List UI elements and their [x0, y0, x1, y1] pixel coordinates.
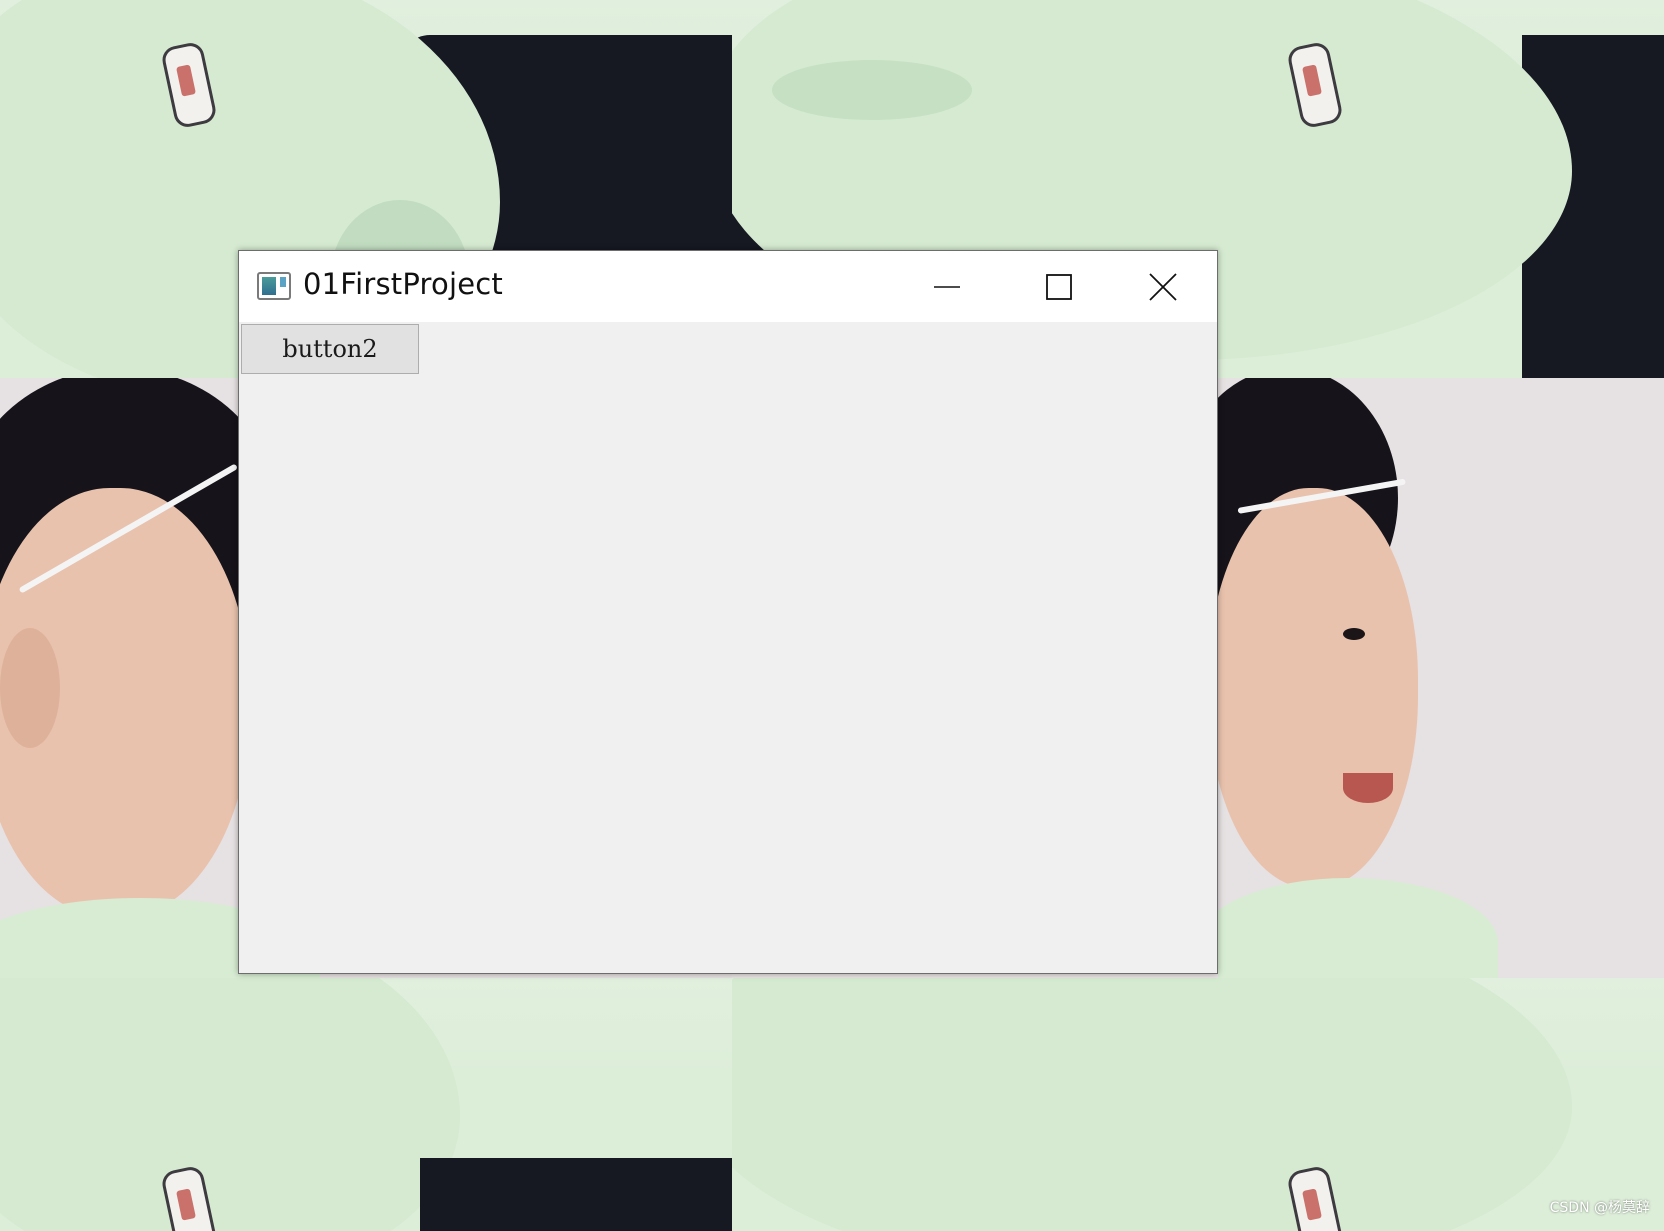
minimize-button[interactable] — [891, 251, 1003, 322]
window-title: 01FirstProject — [303, 267, 503, 301]
watermark: CSDN @杨莫辞 — [1549, 1200, 1650, 1216]
wallpaper-tile-bottom-row-right — [732, 978, 1664, 1231]
minimize-icon — [934, 285, 960, 288]
app-window[interactable]: 01FirstProject button2 — [238, 250, 1218, 974]
maximize-button[interactable] — [1003, 251, 1115, 322]
wallpaper-tile-bottom-right — [1218, 378, 1664, 978]
app-window-icon — [257, 272, 291, 300]
button2[interactable]: button2 — [241, 324, 419, 374]
wallpaper-tile-bottom-row-left — [0, 978, 732, 1231]
title-bar[interactable]: 01FirstProject — [239, 251, 1217, 322]
close-icon — [1149, 272, 1177, 301]
close-button[interactable] — [1107, 251, 1219, 322]
desktop: 01FirstProject button2 CSDN @杨莫辞 — [0, 0, 1664, 1231]
client-area: button2 — [239, 322, 1217, 973]
maximize-icon — [1046, 273, 1072, 300]
